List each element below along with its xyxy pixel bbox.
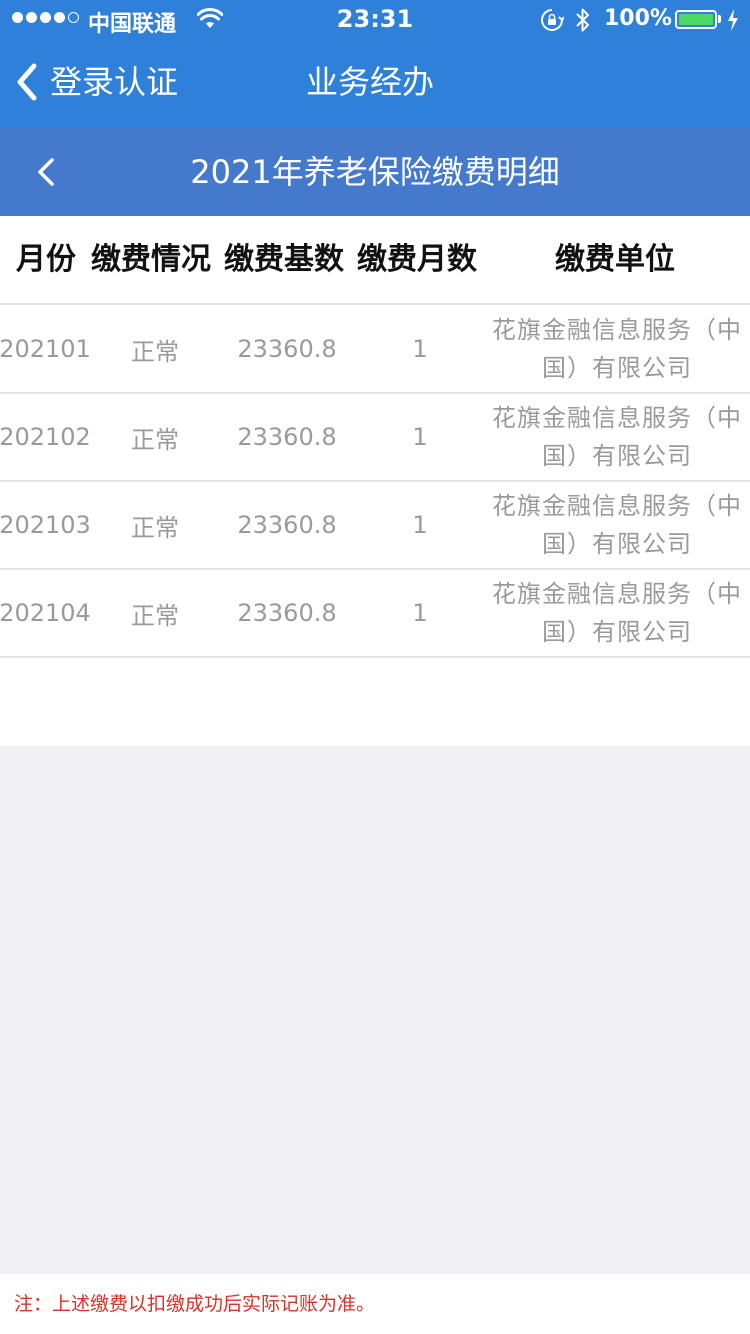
table-row: 202103 正常 23360.8 1 花旗金融信息服务（中国）有限公司 xyxy=(0,482,750,570)
rotation-lock-icon xyxy=(540,8,565,36)
charging-icon xyxy=(726,8,740,36)
cell-status: 正常 xyxy=(131,601,179,630)
cell-employer: 花旗金融信息服务（中国）有限公司 xyxy=(492,580,742,646)
cell-month: 202102 xyxy=(0,423,91,451)
nav-title: 业务经办 xyxy=(306,63,435,101)
cell-months: 1 xyxy=(412,599,428,627)
cell-month: 202101 xyxy=(0,335,91,363)
battery-percent: 100% xyxy=(604,6,672,31)
column-header-status: 缴费情况 xyxy=(91,242,211,277)
cell-employer: 花旗金融信息服务（中国）有限公司 xyxy=(492,492,742,558)
cell-base: 23360.8 xyxy=(237,423,337,451)
table-row: 202104 正常 23360.8 1 花旗金融信息服务（中国）有限公司 xyxy=(0,570,750,658)
nav-back-label: 登录认证 xyxy=(50,63,179,101)
cell-months: 1 xyxy=(412,511,428,539)
cell-month: 202103 xyxy=(0,511,91,539)
cell-status: 正常 xyxy=(131,337,179,366)
column-header-month: 月份 xyxy=(16,242,76,277)
top-bar: 中国联通 23:31 100% 登录认证 业务经办 xyxy=(0,0,750,128)
nav-back-button[interactable]: 登录认证 xyxy=(14,62,178,102)
nav-bar: 登录认证 业务经办 xyxy=(0,40,750,128)
page-title: 2021年养老保险缴费明细 xyxy=(190,153,560,191)
cell-month: 202104 xyxy=(0,599,91,627)
table-row: 202102 正常 23360.8 1 花旗金融信息服务（中国）有限公司 xyxy=(0,394,750,482)
battery-tip xyxy=(718,15,721,23)
battery-icon xyxy=(675,10,717,29)
page-header: 2021年养老保险缴费明细 xyxy=(0,128,750,216)
cell-status: 正常 xyxy=(131,425,179,454)
column-header-months: 缴费月数 xyxy=(357,242,477,277)
table-header: 月份 缴费情况 缴费基数 缴费月数 缴费单位 xyxy=(0,216,750,305)
footer-note: 注：上述缴费以扣缴成功后实际记账为准。 xyxy=(14,1293,376,1315)
cell-months: 1 xyxy=(412,335,428,363)
cell-employer: 花旗金融信息服务（中国）有限公司 xyxy=(492,316,742,382)
cell-status: 正常 xyxy=(131,513,179,542)
chevron-left-icon xyxy=(17,63,37,101)
bluetooth-icon xyxy=(574,6,592,38)
cell-base: 23360.8 xyxy=(237,599,337,627)
footer: 注：上述缴费以扣缴成功后实际记账为准。 xyxy=(0,1274,750,1334)
cell-employer: 花旗金融信息服务（中国）有限公司 xyxy=(492,404,742,470)
cell-months: 1 xyxy=(412,423,428,451)
payment-table: 月份 缴费情况 缴费基数 缴费月数 缴费单位 202101 正常 23360.8… xyxy=(0,216,750,746)
status-bar: 中国联通 23:31 100% xyxy=(0,0,750,40)
column-header-base: 缴费基数 xyxy=(224,242,344,277)
table-row: 202101 正常 23360.8 1 花旗金融信息服务（中国）有限公司 xyxy=(0,306,750,394)
column-header-employer: 缴费单位 xyxy=(555,242,675,277)
cell-base: 23360.8 xyxy=(237,335,337,363)
cell-base: 23360.8 xyxy=(237,511,337,539)
